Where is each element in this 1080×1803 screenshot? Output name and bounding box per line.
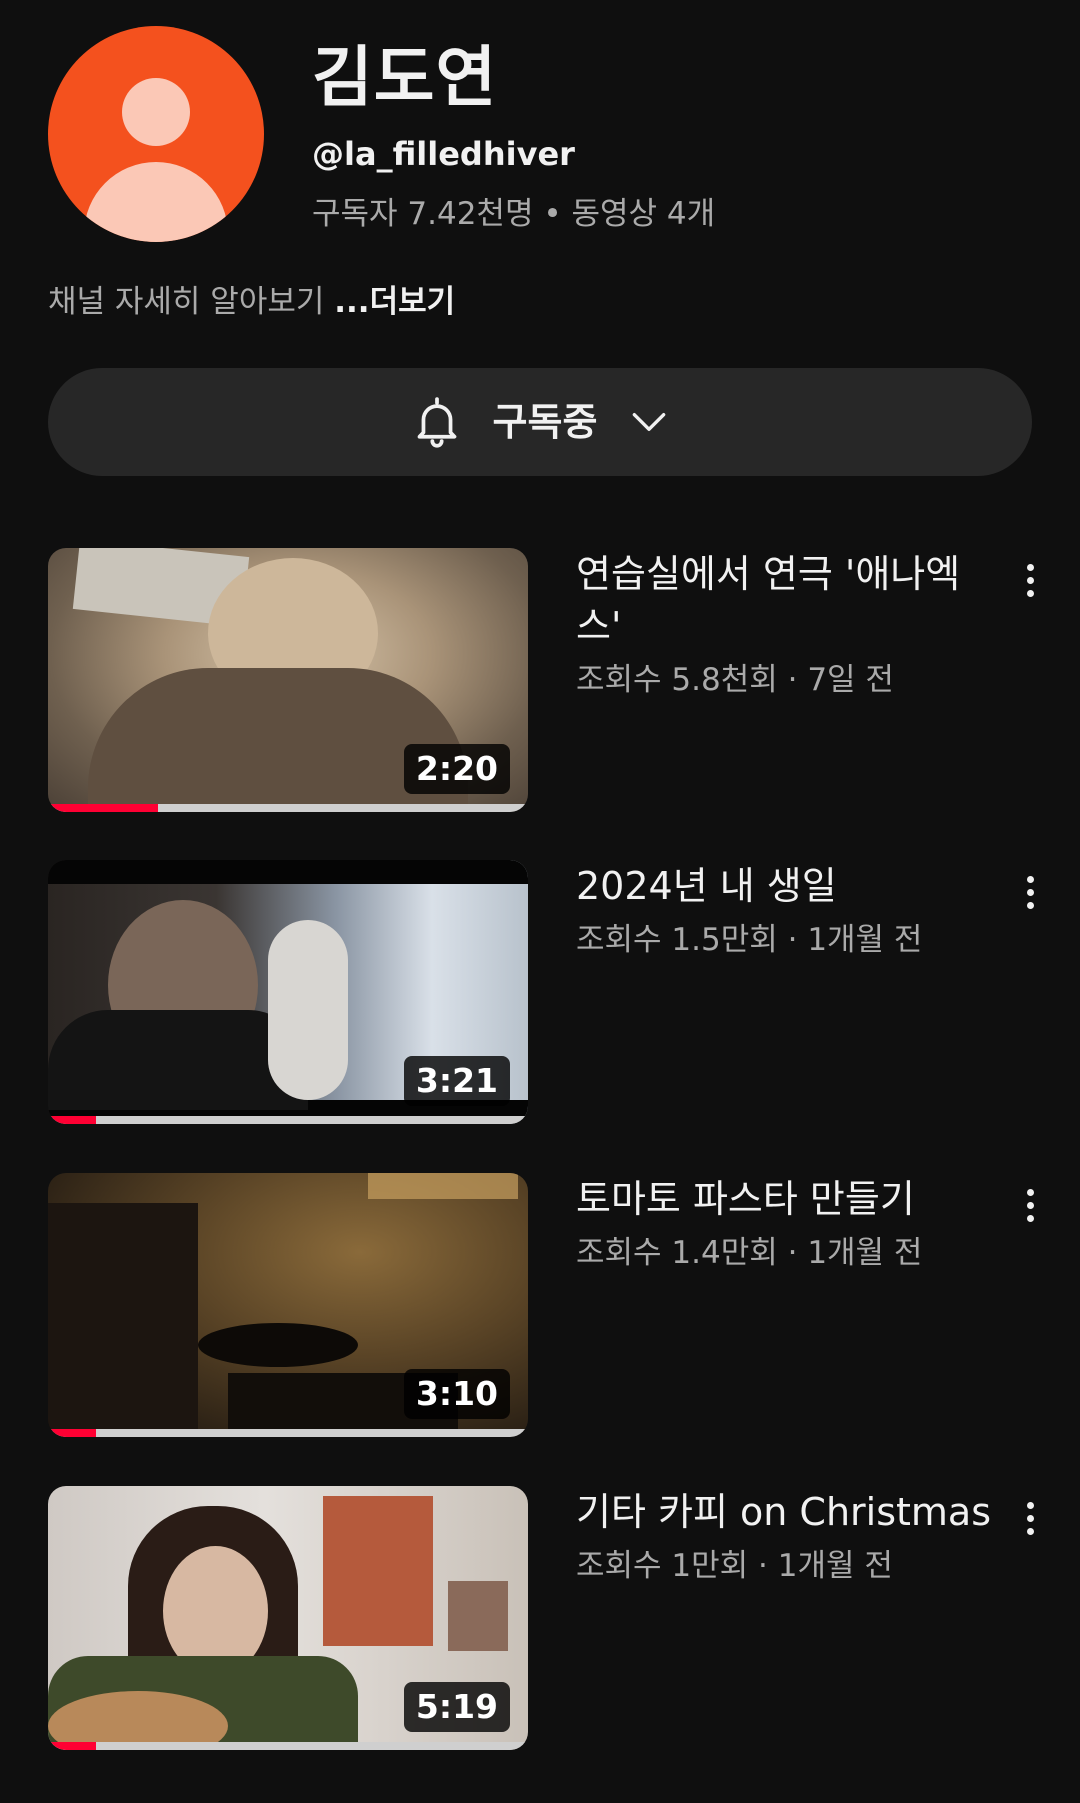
thumbnail-poster	[323, 1496, 433, 1646]
video-thumbnail[interactable]: 5:19	[48, 1486, 528, 1750]
channel-handle: @la_filledhiver	[312, 135, 575, 173]
video-duration: 5:19	[403, 1682, 510, 1732]
video-title[interactable]: 기타 카피 on Christmas	[576, 1486, 1016, 1538]
video-thumbnail[interactable]: 3:21	[48, 860, 528, 1124]
video-item[interactable]: 5:19 기타 카피 on Christmas 조회수 1만회 · 1개월 전	[48, 1486, 1048, 1750]
video-item[interactable]: 3:10 토마토 파스타 만들기 조회수 1.4만회 · 1개월 전	[48, 1173, 1048, 1437]
watch-progress-track	[48, 804, 528, 812]
channel-name: 김도연	[312, 39, 498, 116]
subscribed-button[interactable]: 구독중	[48, 368, 1032, 476]
channel-description-text: 채널 자세히 알아보기	[48, 284, 335, 320]
more-options-icon[interactable]	[1004, 554, 1056, 606]
channel-avatar[interactable]	[48, 26, 264, 242]
video-duration: 2:20	[403, 744, 510, 794]
video-title[interactable]: 2024년 내 생일	[576, 860, 996, 912]
video-thumbnail[interactable]: 2:20	[48, 548, 528, 812]
avatar-person-head	[122, 78, 190, 146]
watch-progress-fill	[48, 804, 159, 812]
subscribed-label: 구독중	[492, 400, 598, 444]
video-thumbnail[interactable]: 3:10	[48, 1173, 528, 1437]
thumbnail-pan	[198, 1323, 358, 1367]
watch-progress-fill	[48, 1429, 96, 1437]
more-options-icon[interactable]	[1004, 1179, 1056, 1231]
video-title[interactable]: 연습실에서 연극 '애나엑스'	[576, 548, 996, 652]
thumbnail-photo	[448, 1581, 508, 1651]
channel-header: 김도연 @la_filledhiver 구독자 7.42천명 • 동영상 4개	[48, 26, 1032, 246]
avatar-person-body	[84, 162, 228, 242]
video-meta: 조회수 5.8천회 · 7일 전	[576, 662, 894, 698]
bell-icon	[409, 394, 465, 450]
channel-stats: 구독자 7.42천명 • 동영상 4개	[312, 196, 716, 232]
chevron-down-icon[interactable]	[627, 400, 671, 444]
watch-progress-track	[48, 1742, 528, 1750]
thumbnail-person	[48, 1203, 198, 1437]
video-title[interactable]: 토마토 파스타 만들기	[576, 1173, 996, 1225]
watch-progress-fill	[48, 1742, 96, 1750]
more-options-icon[interactable]	[1004, 866, 1056, 918]
thumbnail-letterbox-top	[48, 860, 528, 884]
video-meta: 조회수 1만회 · 1개월 전	[576, 1548, 893, 1584]
video-meta: 조회수 1.5만회 · 1개월 전	[576, 922, 923, 958]
video-duration: 3:21	[403, 1056, 510, 1106]
video-item[interactable]: 3:21 2024년 내 생일 조회수 1.5만회 · 1개월 전	[48, 860, 1048, 1124]
watch-progress-fill	[48, 1116, 96, 1124]
channel-description[interactable]: 채널 자세히 알아보기 ...더보기	[48, 280, 455, 324]
video-meta: 조회수 1.4만회 · 1개월 전	[576, 1235, 923, 1271]
video-item[interactable]: 2:20 연습실에서 연극 '애나엑스' 조회수 5.8천회 · 7일 전	[48, 548, 1048, 812]
thumbnail-light	[368, 1173, 518, 1199]
more-options-icon[interactable]	[1004, 1492, 1056, 1544]
more-link[interactable]: ...더보기	[334, 284, 455, 320]
thumbnail-gloved-hand	[268, 920, 348, 1100]
watch-progress-track	[48, 1116, 528, 1124]
watch-progress-track	[48, 1429, 528, 1437]
video-duration: 3:10	[403, 1369, 510, 1419]
